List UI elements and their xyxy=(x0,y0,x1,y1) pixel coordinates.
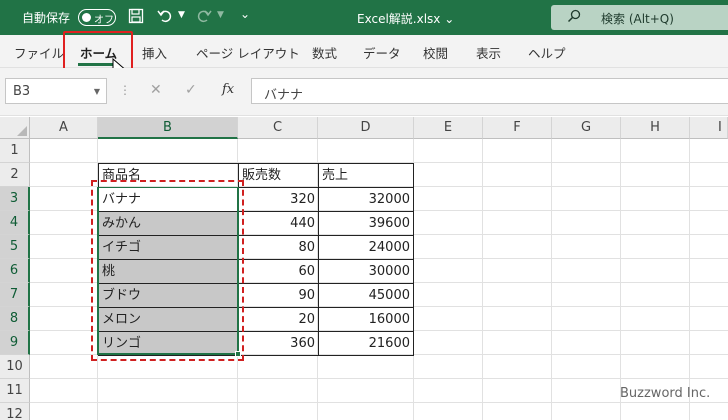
tab-review[interactable]: 校閲 xyxy=(423,43,448,62)
redo-icon[interactable] xyxy=(196,8,212,28)
table-header-cell[interactable]: 販売数 xyxy=(238,163,319,188)
tab-help[interactable]: ヘルプ xyxy=(528,43,566,62)
row-header-2[interactable]: 2 xyxy=(0,163,30,187)
gridline xyxy=(30,378,728,379)
watermark: Buzzword Inc. xyxy=(620,386,711,401)
customize-toolbar-icon[interactable]: ⌄ xyxy=(240,7,250,21)
tab-view[interactable]: 表示 xyxy=(476,43,501,62)
row-header-1[interactable]: 1 xyxy=(0,139,30,163)
row-header-3[interactable]: 3 xyxy=(0,187,30,211)
table-cell-qty[interactable]: 90 xyxy=(238,283,319,308)
table-cell-name[interactable]: 桃 xyxy=(98,259,239,284)
toggle-state: オフ xyxy=(94,15,114,26)
row-header-9[interactable]: 9 xyxy=(0,331,30,355)
formula-input[interactable]: バナナ xyxy=(251,78,728,104)
undo-dropdown-icon[interactable]: ▼ xyxy=(178,10,185,20)
row-header-10[interactable]: 10 xyxy=(0,355,30,379)
tab-formulas[interactable]: 数式 xyxy=(312,43,337,62)
autosave-toggle[interactable]: オフ xyxy=(78,9,116,26)
name-box-value: B3 xyxy=(13,84,31,99)
table-cell-qty[interactable]: 80 xyxy=(238,235,319,260)
tab-page-layout[interactable]: ページ レイアウト xyxy=(196,43,300,62)
column-header-a[interactable]: A xyxy=(30,117,98,139)
gridline xyxy=(30,402,728,403)
table-cell-name[interactable]: メロン xyxy=(98,307,239,332)
column-header-h[interactable]: H xyxy=(621,117,690,139)
chevron-down-icon: ▼ xyxy=(93,87,100,96)
table-cell-name[interactable]: リンゴ xyxy=(98,331,239,356)
table-cell-sales[interactable]: 39600 xyxy=(318,211,414,236)
tab-insert[interactable]: 挿入 xyxy=(142,43,167,62)
active-cell[interactable]: バナナ xyxy=(99,188,237,211)
table-cell-qty[interactable]: 440 xyxy=(238,211,319,236)
file-name: Excel解説.xlsx xyxy=(357,12,441,26)
column-header-d[interactable]: D xyxy=(318,117,414,139)
row-header-4[interactable]: 4 xyxy=(0,211,30,235)
column-header-c[interactable]: C xyxy=(238,117,318,139)
tab-data[interactable]: データ xyxy=(363,43,401,62)
save-icon[interactable] xyxy=(128,8,144,28)
enter-icon[interactable]: ✓ xyxy=(185,82,197,98)
table-cell-sales[interactable]: 16000 xyxy=(318,307,414,332)
search-placeholder: 検索 (Alt+Q) xyxy=(601,12,674,26)
row-header-11[interactable]: 11 xyxy=(0,379,30,403)
row-header-8[interactable]: 8 xyxy=(0,307,30,331)
chevron-down-icon: ⌄ xyxy=(444,12,455,26)
table-cell-sales[interactable]: 45000 xyxy=(318,283,414,308)
table-cell-sales[interactable]: 30000 xyxy=(318,259,414,284)
fill-handle[interactable] xyxy=(235,351,241,357)
search-box[interactable]: 検索 (Alt+Q) xyxy=(551,5,728,30)
autosave-label: 自動保存 xyxy=(22,11,71,25)
insert-function-icon[interactable]: fx xyxy=(222,82,234,97)
name-box[interactable]: B3 ▼ xyxy=(5,78,107,104)
column-header-f[interactable]: F xyxy=(483,117,552,139)
toggle-knob xyxy=(82,13,91,22)
column-header-g[interactable]: G xyxy=(552,117,621,139)
more-icon: ⋮ xyxy=(119,83,131,97)
table-cell-sales[interactable]: 32000 xyxy=(318,187,414,212)
table-cell-sales[interactable]: 21600 xyxy=(318,331,414,356)
column-header-e[interactable]: E xyxy=(414,117,483,139)
search-icon xyxy=(567,9,581,23)
row-header-5[interactable]: 5 xyxy=(0,235,30,259)
row-header-6[interactable]: 6 xyxy=(0,259,30,283)
table-cell-sales[interactable]: 24000 xyxy=(318,235,414,260)
table-header-cell[interactable]: 商品名 xyxy=(98,163,239,188)
title-bar: 自動保存 オフ ▼ ▼ ⌄ Excel解説.xlsx ⌄ 検索 (Alt+Q) xyxy=(0,0,728,35)
table-header-cell[interactable]: 売上 xyxy=(318,163,414,188)
table-cell-qty[interactable]: 60 xyxy=(238,259,319,284)
table-cell-name[interactable]: みかん xyxy=(98,211,239,236)
table-cell-name[interactable]: イチゴ xyxy=(98,235,239,260)
file-title[interactable]: Excel解説.xlsx ⌄ xyxy=(357,10,454,27)
undo-icon[interactable] xyxy=(157,8,173,28)
formula-bar: B3 ▼ ⋮ ✕ ✓ fx バナナ xyxy=(0,68,728,116)
column-header-i[interactable]: I xyxy=(690,117,728,139)
redo-dropdown-icon[interactable]: ▼ xyxy=(217,10,224,20)
row-header-7[interactable]: 7 xyxy=(0,283,30,307)
select-all-button[interactable] xyxy=(0,117,30,139)
spreadsheet-grid: A B C D E F G H I 1 2 3 4 5 6 7 8 9 10 1… xyxy=(0,117,728,420)
table-cell-qty[interactable]: 320 xyxy=(238,187,319,212)
table-cell-qty[interactable]: 20 xyxy=(238,307,319,332)
table-cell-qty[interactable]: 360 xyxy=(238,331,319,356)
tab-file[interactable]: ファイル xyxy=(14,43,64,62)
table-cell-name[interactable]: ブドウ xyxy=(98,283,239,308)
formula-content: バナナ xyxy=(264,88,304,103)
cancel-icon[interactable]: ✕ xyxy=(150,82,162,98)
column-header-b[interactable]: B xyxy=(98,117,238,139)
row-header-12[interactable]: 12 xyxy=(0,403,30,420)
select-all-triangle xyxy=(17,126,27,136)
